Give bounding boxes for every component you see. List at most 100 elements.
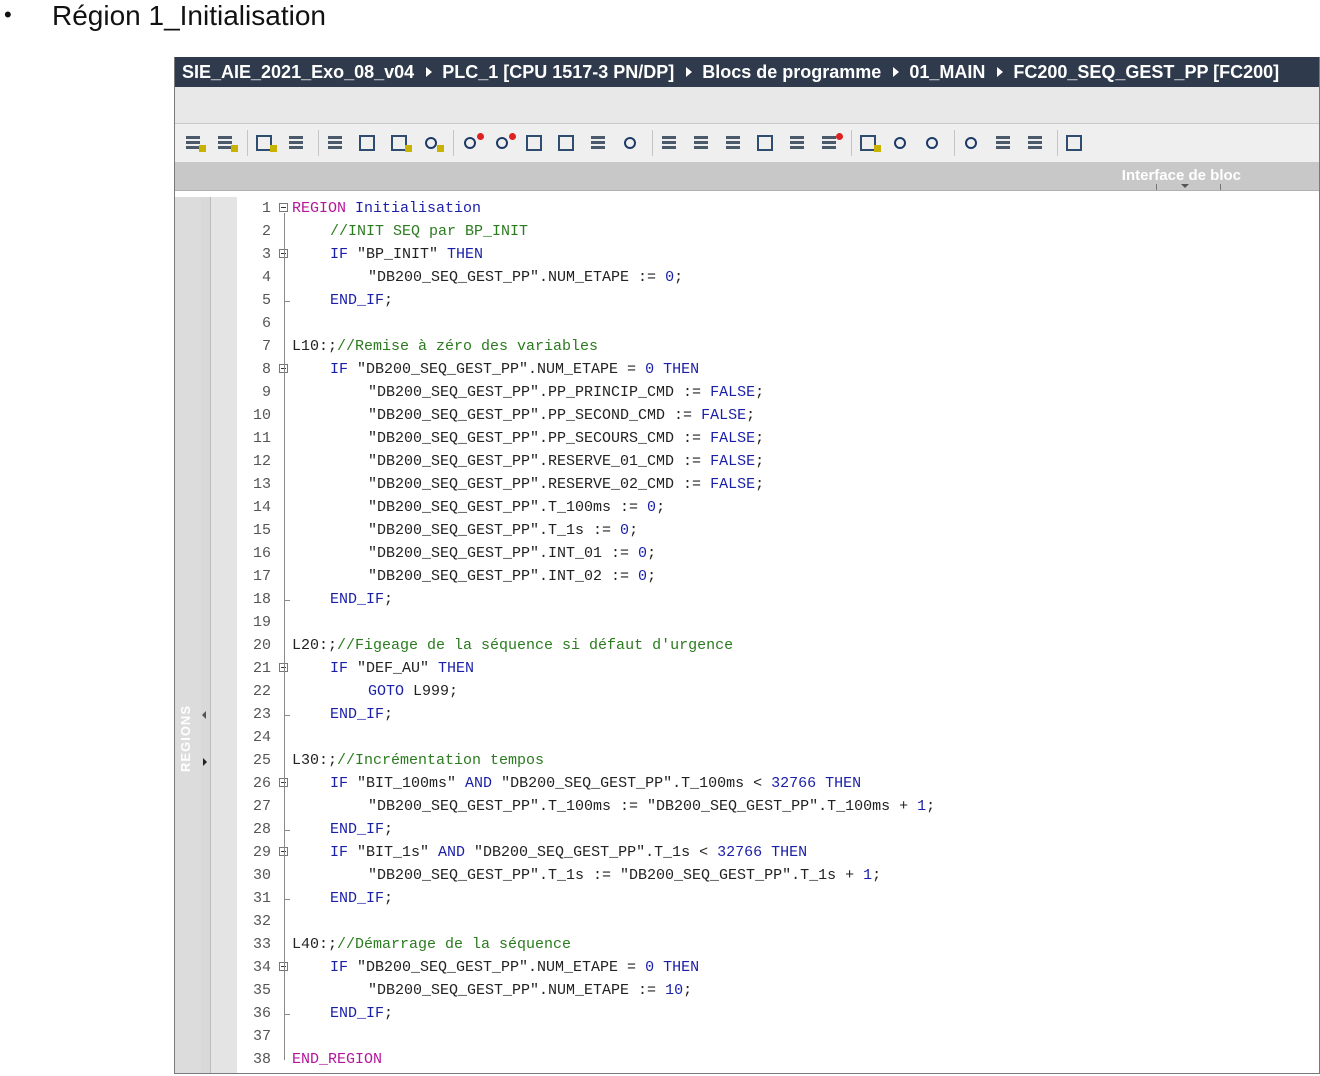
code-line[interactable]: 25 L30:;//Incrémentation tempos: [237, 749, 1319, 772]
breadcrumb-main[interactable]: 01_MAIN: [909, 62, 985, 83]
code-line[interactable]: 3 IF "BP_INIT" THEN: [237, 243, 1319, 266]
code-line[interactable]: 10 "DB200_SEQ_GEST_PP".PP_SECOND_CMD := F…: [237, 404, 1319, 427]
code-token: ;: [384, 890, 394, 907]
monitoring-icon[interactable]: [1025, 132, 1049, 154]
code-token: "BP_INIT": [357, 246, 448, 263]
grid-icon[interactable]: [755, 132, 779, 154]
code-token: END_IF: [330, 890, 385, 907]
code-token: ;: [755, 384, 765, 401]
breadcrumb-plc[interactable]: PLC_1 [CPU 1517-3 PN/DP]: [442, 62, 674, 83]
code-line[interactable]: 31 END_IF;: [237, 887, 1319, 910]
code-text: "DB200_SEQ_GEST_PP".PP_SECOURS_CMD := FA…: [368, 427, 764, 450]
breadcrumb-program-blocks[interactable]: Blocs de programme: [702, 62, 881, 83]
code-line[interactable]: 37: [237, 1025, 1319, 1048]
code-token: ;: [755, 430, 765, 447]
code-token: 32766: [717, 844, 772, 861]
glasses-icon[interactable]: [993, 132, 1017, 154]
delete-network-icon[interactable]: [215, 132, 239, 154]
code-line[interactable]: 34 IF "DB200_SEQ_GEST_PP".NUM_ETAPE = 0 T…: [237, 956, 1319, 979]
network-view-icon[interactable]: [961, 132, 985, 154]
code-line[interactable]: 24: [237, 726, 1319, 749]
splitter-handle-icon[interactable]: [1181, 184, 1189, 188]
collapse-left-icon[interactable]: [202, 711, 206, 719]
next-bookmark-icon[interactable]: [922, 132, 946, 154]
code-token: THEN: [771, 844, 808, 861]
code-line[interactable]: 21 IF "DEF_AU" THEN: [237, 657, 1319, 680]
code-line[interactable]: 33 L40:;//Démarrage de la séquence: [237, 933, 1319, 956]
slide-heading: • Région 1_Initialisation: [0, 0, 1320, 34]
fold-toggle-icon[interactable]: [279, 203, 288, 212]
list-view-icon[interactable]: [588, 132, 612, 154]
display-icon[interactable]: [357, 132, 381, 154]
download-icon[interactable]: [620, 132, 644, 154]
reset-icon[interactable]: [460, 132, 484, 154]
code-line[interactable]: 27 "DB200_SEQ_GEST_PP".T_100ms := "DB200_…: [237, 795, 1319, 818]
code-line[interactable]: 19: [237, 611, 1319, 634]
code-line[interactable]: 8 IF "DB200_SEQ_GEST_PP".NUM_ETAPE = 0 TH…: [237, 358, 1319, 381]
block-interface-label[interactable]: Interface de bloc: [1122, 167, 1241, 184]
code-line[interactable]: 36 END_IF;: [237, 1002, 1319, 1025]
code-line[interactable]: 32: [237, 910, 1319, 933]
code-line[interactable]: 1 REGION Initialisation: [237, 197, 1319, 220]
code-line[interactable]: 9 "DB200_SEQ_GEST_PP".PP_PRINCIP_CMD := F…: [237, 381, 1319, 404]
code-token: THEN: [663, 959, 700, 976]
code-line[interactable]: 29 IF "BIT_1s" AND "DB200_SEQ_GEST_PP".T_…: [237, 841, 1319, 864]
code-line[interactable]: 22 GOTO L999;: [237, 680, 1319, 703]
insert-line-icon[interactable]: [254, 132, 278, 154]
code-line[interactable]: 38 END_REGION: [237, 1048, 1319, 1071]
line-number: 4: [261, 269, 271, 286]
breadcrumb-block[interactable]: FC200_SEQ_GEST_PP [FC200]: [1013, 62, 1279, 83]
indent-right-icon[interactable]: [691, 132, 715, 154]
code-line[interactable]: 5 END_IF;: [237, 289, 1319, 312]
code-line[interactable]: 17 "DB200_SEQ_GEST_PP".INT_02 := 0;: [237, 565, 1319, 588]
comment-icon[interactable]: [787, 132, 811, 154]
code-text: IF "DB200_SEQ_GEST_PP".NUM_ETAPE = 0 THE…: [330, 956, 699, 979]
outdent-icon[interactable]: [723, 132, 747, 154]
code-line[interactable]: 14 "DB200_SEQ_GEST_PP".T_100ms := 0;: [237, 496, 1319, 519]
code-line[interactable]: 6: [237, 312, 1319, 335]
line-number: 21: [252, 660, 271, 677]
line-number: 26: [252, 775, 271, 792]
code-line[interactable]: 12 "DB200_SEQ_GEST_PP".RESERVE_01_CMD := …: [237, 450, 1319, 473]
database-icon[interactable]: [1064, 132, 1088, 154]
collapse-strip[interactable]: [201, 197, 211, 1073]
stop-icon[interactable]: [492, 132, 516, 154]
code-token: FALSE: [710, 384, 756, 401]
regions-label: REGIONS: [178, 705, 193, 772]
code-editor[interactable]: 1 REGION Initialisation 2 //INIT SEQ par BP…: [237, 197, 1319, 1073]
open-block-icon[interactable]: [286, 132, 310, 154]
code-line[interactable]: 11 "DB200_SEQ_GEST_PP".PP_SECOURS_CMD := …: [237, 427, 1319, 450]
insert-network-icon[interactable]: [183, 132, 207, 154]
code-line[interactable]: 16 "DB200_SEQ_GEST_PP".INT_01 := 0;: [237, 542, 1319, 565]
code-line[interactable]: 28 END_IF;: [237, 818, 1319, 841]
uncomment-icon[interactable]: [819, 132, 843, 154]
favorites-icon[interactable]: [421, 132, 445, 154]
region-guide: [284, 213, 285, 1060]
code-token: ;: [872, 867, 882, 884]
breakpoint-gutter[interactable]: [211, 197, 238, 1073]
code-line[interactable]: 7 L10:;//Remise à zéro des variables: [237, 335, 1319, 358]
list-icon[interactable]: [325, 132, 349, 154]
bookmark-icon[interactable]: [858, 132, 882, 154]
code-line[interactable]: 2 //INIT SEQ par BP_INIT: [237, 220, 1319, 243]
previous-bookmark-icon[interactable]: [890, 132, 914, 154]
call-icon[interactable]: [524, 132, 548, 154]
code-line[interactable]: 13 "DB200_SEQ_GEST_PP".RESERVE_02_CMD := …: [237, 473, 1319, 496]
indent-left-icon[interactable]: [659, 132, 683, 154]
code-line[interactable]: 20 L20:;//Figeage de la séquence si défau…: [237, 634, 1319, 657]
code-line[interactable]: 15 "DB200_SEQ_GEST_PP".T_1s := 0;: [237, 519, 1319, 542]
monitor-icon[interactable]: [389, 132, 413, 154]
code-line[interactable]: 4 "DB200_SEQ_GEST_PP".NUM_ETAPE := 0;: [237, 266, 1319, 289]
code-line[interactable]: 18 END_IF;: [237, 588, 1319, 611]
code-line[interactable]: 26 IF "BIT_100ms" AND "DB200_SEQ_GEST_PP"…: [237, 772, 1319, 795]
code-line[interactable]: 23 END_IF;: [237, 703, 1319, 726]
regions-sidebar[interactable]: REGIONS: [175, 197, 202, 1073]
cross-ref-icon[interactable]: [556, 132, 580, 154]
code-token: "BIT_1s": [357, 844, 439, 861]
breadcrumb-project[interactable]: SIE_AIE_2021_Exo_08_v04: [182, 62, 414, 83]
expand-right-icon[interactable]: [203, 758, 207, 766]
code-line[interactable]: 35 "DB200_SEQ_GEST_PP".NUM_ETAPE := 10;: [237, 979, 1319, 1002]
code-text: "DB200_SEQ_GEST_PP".NUM_ETAPE := 10;: [368, 979, 692, 1002]
code-line[interactable]: 30 "DB200_SEQ_GEST_PP".T_1s := "DB200_SEQ…: [237, 864, 1319, 887]
code-text: "DB200_SEQ_GEST_PP".RESERVE_01_CMD := FA…: [368, 450, 764, 473]
